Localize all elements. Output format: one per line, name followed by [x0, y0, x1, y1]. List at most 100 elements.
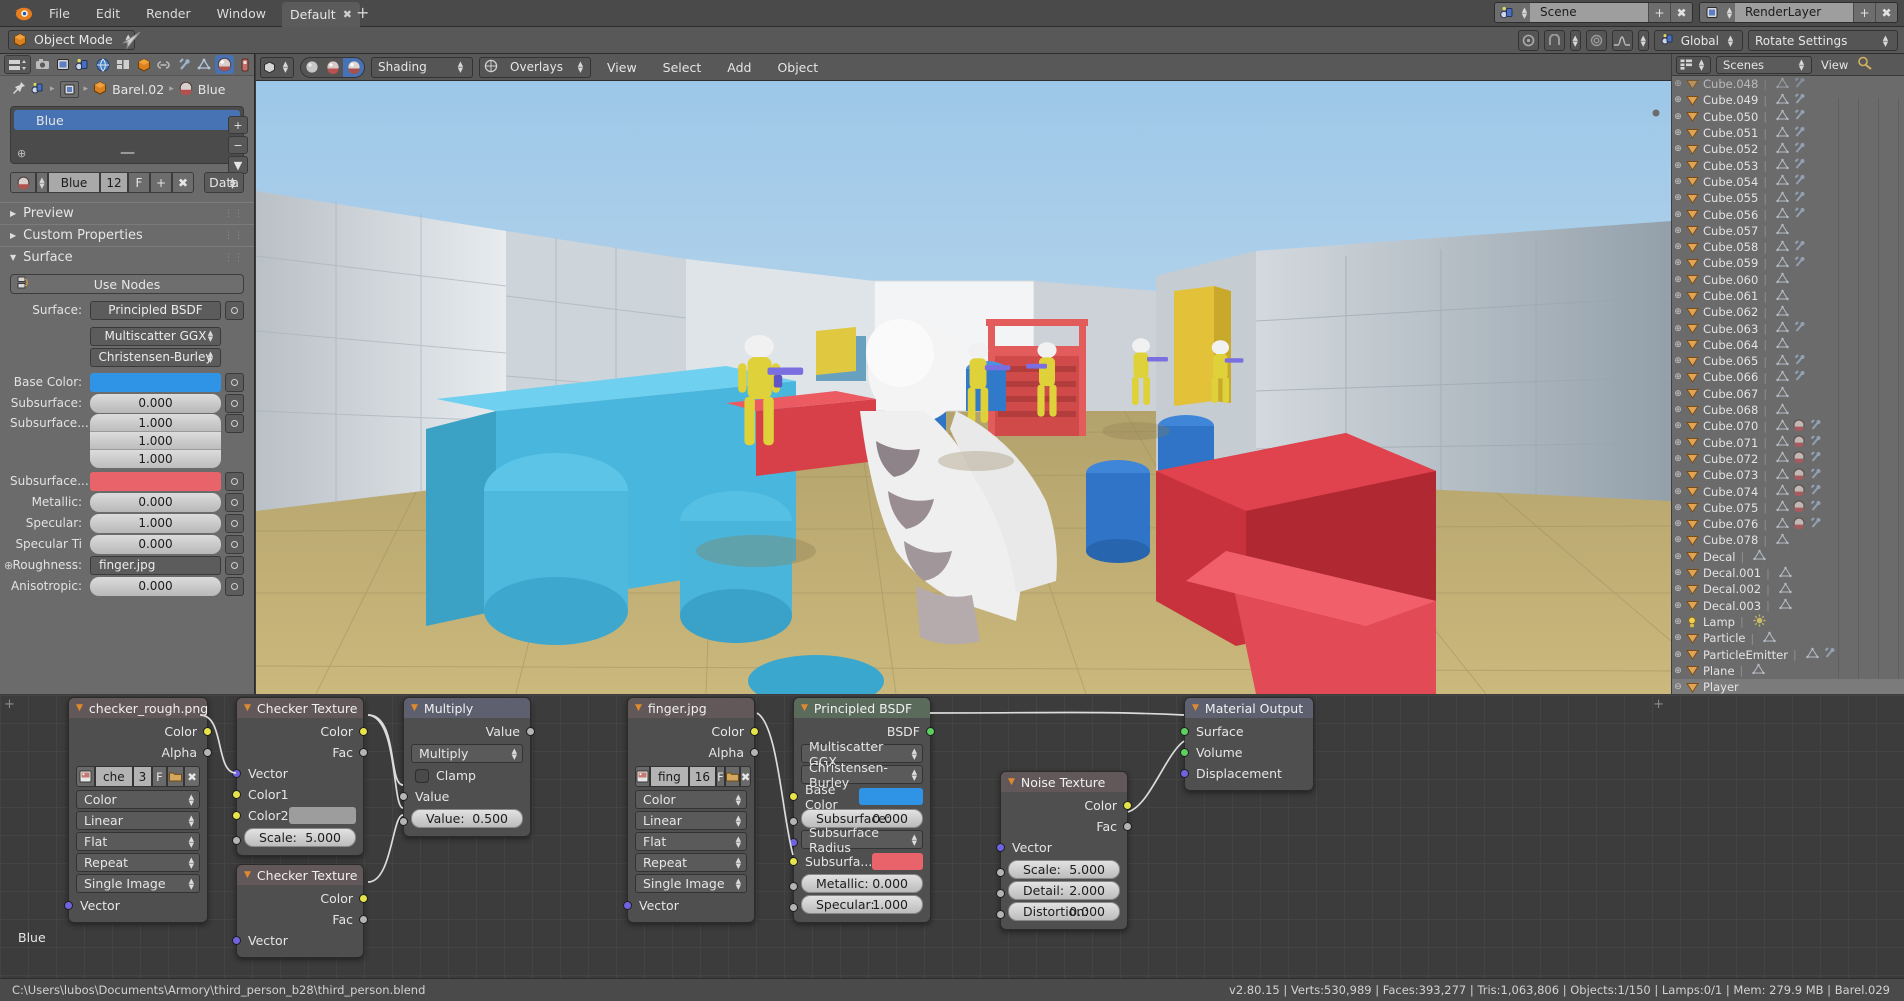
modifier-icon[interactable] — [1793, 142, 1806, 157]
tab-texture[interactable] — [236, 55, 254, 74]
link-socket-button[interactable] — [225, 556, 244, 575]
node-checkbox-row[interactable]: Clamp — [404, 765, 530, 786]
collapse-triangle-icon[interactable]: ▼ — [244, 870, 251, 880]
mesh-data-icon[interactable] — [1776, 337, 1789, 352]
socket-icon[interactable] — [232, 836, 241, 845]
chevron-down-icon[interactable]: ▲▼ — [189, 836, 194, 848]
subsurface-color-swatch[interactable] — [90, 472, 221, 491]
modifier-icon[interactable] — [1793, 207, 1806, 222]
image-icon[interactable] — [635, 766, 650, 787]
socket-icon[interactable] — [1123, 822, 1132, 831]
node-input[interactable]: Volume — [1185, 742, 1313, 763]
tool-settings-selector[interactable]: Rotate Settings ▲▼ — [1748, 30, 1898, 51]
material-name-field[interactable]: Blue — [48, 172, 100, 193]
socket-icon[interactable] — [232, 769, 241, 778]
modifier-icon[interactable] — [1809, 435, 1822, 450]
material-icon[interactable] — [1793, 451, 1805, 466]
socket-icon[interactable] — [789, 817, 798, 826]
node-color-row[interactable]: Base Color — [794, 786, 930, 807]
shading-popover[interactable]: Shading ▲▼ — [371, 57, 473, 78]
magnet-icon[interactable] — [1544, 30, 1565, 51]
plus-icon[interactable]: + — [1648, 3, 1670, 22]
modifier-icon[interactable] — [1809, 419, 1822, 434]
outliner-row[interactable]: ⊕Cube.066| — [1672, 369, 1904, 385]
expand-icon[interactable]: ⊕ — [1672, 193, 1684, 203]
outliner-display-mode-type[interactable]: ▲▼ — [1676, 56, 1711, 74]
checkbox-icon[interactable] — [415, 769, 429, 783]
mesh-data-icon[interactable] — [1776, 109, 1789, 124]
collapse-triangle-icon[interactable]: ▼ — [801, 703, 808, 713]
node-dropdown[interactable]: Subsurface Radius▲▼ — [801, 830, 923, 849]
tab-collection[interactable] — [114, 55, 132, 74]
expand-icon[interactable]: ⊕ — [1672, 112, 1684, 122]
mesh-data-icon[interactable] — [1752, 663, 1765, 678]
base-color-swatch[interactable] — [90, 373, 221, 392]
node-output[interactable]: Color — [628, 721, 754, 742]
socket-icon[interactable] — [789, 838, 798, 847]
node-input[interactable]: Surface — [1185, 721, 1313, 742]
chevron-down-icon[interactable]: ▲▼ — [189, 857, 194, 869]
outliner-row[interactable]: ⊕Plane| — [1672, 663, 1904, 679]
mesh-data-icon[interactable] — [1776, 500, 1789, 515]
solid-shading-icon[interactable] — [301, 58, 322, 77]
node-checker-texture-1[interactable]: ▼Checker TextureColorFacVectorColor1Colo… — [236, 697, 364, 856]
node-output[interactable]: Alpha — [69, 742, 207, 763]
tab-constraints[interactable] — [155, 55, 173, 74]
node-value-field[interactable]: Scale:5.000 — [1008, 860, 1120, 879]
modifier-icon[interactable] — [1793, 240, 1806, 255]
outliner-row[interactable]: ⊕Cube.072| — [1672, 451, 1904, 467]
plus-icon[interactable]: + — [356, 3, 369, 23]
modifier-icon[interactable] — [1823, 647, 1836, 662]
node-output[interactable]: Fac — [237, 909, 363, 930]
fake-user-toggle[interactable]: F — [152, 766, 166, 787]
node-noise-texture[interactable]: ▼Noise TextureColorFacVectorScale:5.000D… — [1000, 771, 1128, 930]
node-header[interactable]: ▼Checker Texture — [237, 865, 363, 885]
node-dropdown[interactable]: Single Image▲▼ — [76, 874, 200, 893]
node-header[interactable]: ▼checker_rough.png — [69, 698, 207, 718]
node-dropdown[interactable]: Color▲▼ — [635, 790, 747, 809]
scene-name[interactable]: Scene — [1530, 3, 1648, 22]
material-icon[interactable] — [1793, 435, 1805, 450]
chevron-down-icon[interactable]: ▲▼ — [912, 748, 917, 760]
modifier-icon[interactable] — [1793, 354, 1806, 369]
expand-icon[interactable]: ⊕ — [1672, 389, 1684, 399]
node-header[interactable]: ▼Multiply — [404, 698, 530, 718]
chevron-down-icon[interactable]: ▲▼ — [1725, 31, 1736, 50]
tab-modifiers[interactable] — [175, 55, 193, 74]
outliner-row[interactable]: ⊕Cube.065| — [1672, 353, 1904, 369]
viewport-menu-object[interactable]: Object — [767, 54, 828, 81]
node-editor-right-plus-icon[interactable]: + — [1653, 697, 1664, 712]
mesh-data-icon[interactable] — [1763, 631, 1776, 646]
outliner-row[interactable]: ⊕Cube.056| — [1672, 206, 1904, 222]
tab-output[interactable] — [54, 55, 72, 74]
material-icon[interactable] — [1793, 517, 1805, 532]
expand-icon[interactable]: ⊕ — [1672, 666, 1684, 676]
mesh-data-icon[interactable] — [1776, 174, 1789, 189]
node-dropdown[interactable]: Single Image▲▼ — [635, 874, 747, 893]
mesh-data-icon[interactable] — [1779, 566, 1792, 581]
outliner-row[interactable]: ⊖Player — [1672, 679, 1904, 694]
overlays-popover[interactable]: Overlays ▲▼ — [479, 57, 591, 78]
socket-icon[interactable] — [623, 901, 632, 910]
socket-icon[interactable] — [996, 843, 1005, 852]
outliner-row[interactable]: ⊕Particle| — [1672, 630, 1904, 646]
x-icon[interactable]: ✖ — [1670, 3, 1692, 22]
material-icon[interactable] — [1793, 419, 1805, 434]
grip-handle[interactable]: ━━ — [121, 146, 133, 160]
plus-icon[interactable]: + — [150, 172, 172, 193]
socket-icon[interactable] — [232, 811, 241, 820]
node-input[interactable]: Vector — [1001, 837, 1127, 858]
tab-viewlayer[interactable] — [74, 55, 92, 74]
socket-icon[interactable] — [399, 817, 408, 826]
mesh-data-icon[interactable] — [1776, 354, 1789, 369]
light-data-icon[interactable] — [1753, 614, 1766, 630]
mesh-data-icon[interactable] — [1806, 647, 1819, 662]
outliner-row[interactable]: ⊕Cube.063| — [1672, 320, 1904, 336]
node-value-field[interactable]: Distortion:0.000 — [1008, 902, 1120, 921]
node-value-field[interactable]: Specular:1.000 — [801, 895, 923, 914]
socket-icon[interactable] — [996, 910, 1005, 919]
chevron-down-icon[interactable]: ▲▼ — [1880, 31, 1891, 50]
modifier-icon[interactable] — [1809, 517, 1822, 532]
chevron-down-icon[interactable]: ▲▼ — [189, 878, 194, 890]
outliner-row[interactable]: ⊕Decal| — [1672, 549, 1904, 565]
